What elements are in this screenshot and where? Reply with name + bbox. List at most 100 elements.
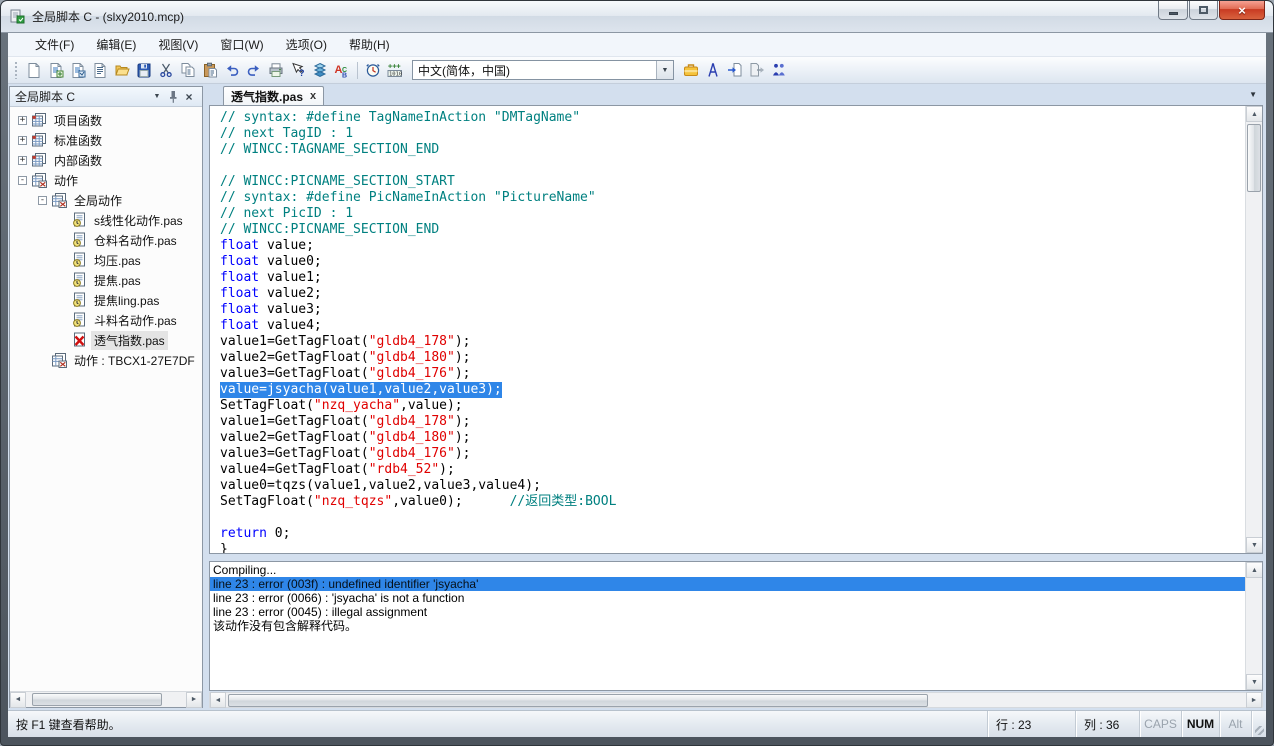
menu-item-3[interactable]: 窗口(W): [211, 33, 272, 56]
combobox-dropdown-icon[interactable]: ▼: [656, 61, 673, 79]
tree-item-9[interactable]: 提焦ling.pas: [10, 290, 202, 310]
code-line[interactable]: float value;: [220, 238, 1245, 254]
code-line[interactable]: // WINCC:PICNAME_SECTION_START: [220, 174, 1245, 190]
cut-icon[interactable]: [155, 59, 177, 81]
tree-item-11[interactable]: 透气指数.pas: [10, 330, 202, 350]
code-text[interactable]: // syntax: #define TagNameInAction "DMTa…: [210, 106, 1245, 553]
output-line[interactable]: line 23 : error (0045) : illegal assignm…: [210, 605, 1245, 619]
output-line[interactable]: Compiling...: [210, 563, 1245, 577]
tree-item-12[interactable]: 动作 : TBCX1-27E7DF: [10, 350, 202, 370]
code-line[interactable]: [220, 158, 1245, 174]
tree-item-10[interactable]: 斗料名动作.pas: [10, 310, 202, 330]
id-info-icon[interactable]: +++1010: [384, 59, 406, 81]
scroll-left-icon[interactable]: ◄: [10, 692, 26, 708]
menu-item-5[interactable]: 帮助(H): [340, 33, 399, 56]
code-line[interactable]: // syntax: #define PicNameInAction "Pict…: [220, 190, 1245, 206]
scroll-right-icon[interactable]: ►: [186, 692, 202, 708]
menu-item-0[interactable]: 文件(F): [26, 33, 83, 56]
close-button[interactable]: ×: [1219, 1, 1265, 20]
undo-icon[interactable]: [221, 59, 243, 81]
scroll-down-icon[interactable]: ▼: [1246, 674, 1263, 690]
tab-touqizhishu[interactable]: 透气指数.pas x: [223, 86, 324, 105]
save-icon[interactable]: [133, 59, 155, 81]
toolbox-icon[interactable]: [680, 59, 702, 81]
restore-button[interactable]: [1189, 1, 1218, 20]
code-line[interactable]: value3=GetTagFloat("gldb4_176");: [220, 446, 1245, 462]
menu-item-2[interactable]: 视图(V): [149, 33, 207, 56]
scroll-up-icon[interactable]: ▲: [1246, 106, 1263, 122]
tab-close-icon[interactable]: x: [310, 90, 316, 102]
resize-grip[interactable]: [1252, 711, 1266, 737]
trigger-clock-icon[interactable]: [362, 59, 384, 81]
new-action-icon[interactable]: [45, 59, 67, 81]
paste-icon[interactable]: [199, 59, 221, 81]
code-line[interactable]: float value0;: [220, 254, 1245, 270]
redo-icon[interactable]: [243, 59, 265, 81]
code-line[interactable]: // WINCC:TAGNAME_SECTION_END: [220, 142, 1245, 158]
code-line[interactable]: value1=GetTagFloat("gldb4_178");: [220, 414, 1245, 430]
compiler-output-panel[interactable]: Compiling...line 23 : error (003f) : und…: [209, 561, 1263, 691]
code-line[interactable]: }: [220, 542, 1245, 554]
tree-item-3[interactable]: -动作: [10, 170, 202, 190]
tree-item-5[interactable]: s线性化动作.pas: [10, 210, 202, 230]
editor-scroll-thumb[interactable]: [1247, 124, 1261, 192]
code-line-selected[interactable]: value=jsyacha(value1,value2,value3);: [220, 382, 1245, 398]
tab-overflow-dropdown-icon[interactable]: ▼: [1249, 90, 1257, 99]
code-line[interactable]: // syntax: #define TagNameInAction "DMTa…: [220, 110, 1245, 126]
code-line[interactable]: value2=GetTagFloat("gldb4_180");: [220, 430, 1245, 446]
tree-item-0[interactable]: +项目函数: [10, 110, 202, 130]
print-icon[interactable]: [265, 59, 287, 81]
compile-icon[interactable]: [309, 59, 331, 81]
panel-pin-icon[interactable]: [165, 89, 181, 104]
code-editor[interactable]: // syntax: #define TagNameInAction "DMTa…: [209, 106, 1263, 554]
runtime-icon[interactable]: [768, 59, 790, 81]
import-icon[interactable]: [724, 59, 746, 81]
tree-item-4[interactable]: -全局动作: [10, 190, 202, 210]
scroll-left-icon[interactable]: ◄: [210, 692, 226, 708]
new-procedure-icon[interactable]: [67, 59, 89, 81]
help-pointer-icon[interactable]: ?: [287, 59, 309, 81]
tree-item-8[interactable]: 提焦.pas: [10, 270, 202, 290]
panel-close-icon[interactable]: ×: [181, 89, 197, 104]
code-line[interactable]: value2=GetTagFloat("gldb4_180");: [220, 350, 1245, 366]
scroll-right-icon[interactable]: ►: [1246, 692, 1262, 708]
code-line[interactable]: [220, 510, 1245, 526]
code-line[interactable]: float value4;: [220, 318, 1245, 334]
code-line[interactable]: value0=tqzs(value1,value2,value3,value4)…: [220, 478, 1245, 494]
export-icon[interactable]: [746, 59, 768, 81]
language-combobox[interactable]: 中文(简体，中国) ▼: [412, 60, 674, 80]
menu-item-1[interactable]: 编辑(E): [87, 33, 145, 56]
code-line[interactable]: // WINCC:PICNAME_SECTION_END: [220, 222, 1245, 238]
output-horizontal-scrollbar[interactable]: ◄ ►: [209, 692, 1263, 708]
scroll-up-icon[interactable]: ▲: [1246, 562, 1263, 578]
tree-scroll-thumb[interactable]: [32, 693, 162, 706]
output-scroll-thumb[interactable]: [228, 694, 928, 707]
menu-item-4[interactable]: 选项(O): [277, 33, 336, 56]
output-line[interactable]: line 23 : error (0066) : 'jsyacha' is no…: [210, 591, 1245, 605]
tree-item-7[interactable]: 均压.pas: [10, 250, 202, 270]
new-document-icon[interactable]: [23, 59, 45, 81]
code-line[interactable]: float value2;: [220, 286, 1245, 302]
tree-item-6[interactable]: 仓料名动作.pas: [10, 230, 202, 250]
font-icon[interactable]: ACB: [331, 59, 353, 81]
tree-item-2[interactable]: +内部函数: [10, 150, 202, 170]
output-line-selected[interactable]: line 23 : error (003f) : undefined ident…: [210, 577, 1245, 591]
code-line[interactable]: return 0;: [220, 526, 1245, 542]
code-line[interactable]: float value1;: [220, 270, 1245, 286]
expand-icon[interactable]: +: [18, 156, 27, 165]
output-vertical-scrollbar[interactable]: ▲ ▼: [1245, 562, 1262, 690]
tree-item-1[interactable]: +标准函数: [10, 130, 202, 150]
collapse-icon[interactable]: -: [38, 196, 47, 205]
minimize-button[interactable]: [1158, 1, 1188, 20]
editor-vertical-scrollbar[interactable]: ▲ ▼: [1245, 106, 1262, 553]
expand-icon[interactable]: +: [18, 116, 27, 125]
code-line[interactable]: SetTagFloat("nzq_tqzs",value0); //返回类型:B…: [220, 494, 1245, 510]
code-line[interactable]: float value3;: [220, 302, 1245, 318]
output-line[interactable]: 该动作没有包含解释代码。: [210, 619, 1245, 633]
compass-icon[interactable]: [702, 59, 724, 81]
collapse-icon[interactable]: -: [18, 176, 27, 185]
code-line[interactable]: SetTagFloat("nzq_yacha",value);: [220, 398, 1245, 414]
scroll-down-icon[interactable]: ▼: [1246, 537, 1263, 553]
code-line[interactable]: // next TagID : 1: [220, 126, 1245, 142]
copy-icon[interactable]: [177, 59, 199, 81]
